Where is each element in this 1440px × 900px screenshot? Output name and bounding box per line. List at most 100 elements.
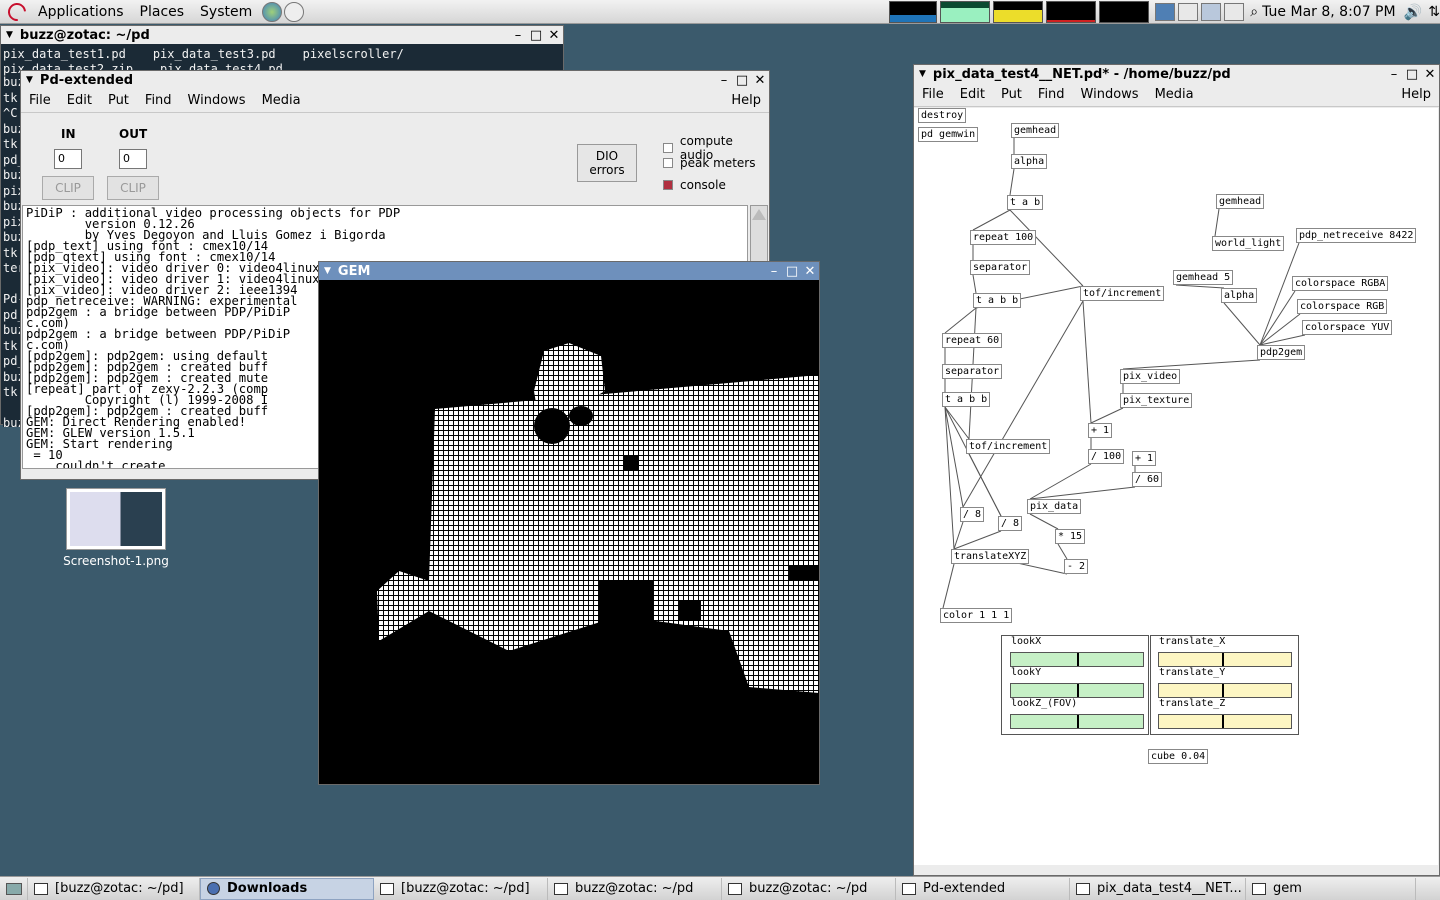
window-menu-icon[interactable]: ▼ [919,69,926,79]
pd-object-box[interactable]: gemhead 5 [1173,270,1234,285]
peak-meters-toggle[interactable]: peak meters [663,156,755,170]
out-clip-button[interactable]: CLIP [107,176,159,200]
taskbar-item[interactable]: Downloads [200,877,374,900]
maximize-icon[interactable]: □ [733,73,751,88]
clock[interactable]: Tue Mar 8, 8:07 PM [1262,4,1395,20]
slider-handle[interactable] [1222,684,1225,697]
pd-object-box[interactable]: / 8 [998,516,1023,531]
close-icon[interactable]: ✕ [801,264,819,279]
maximize-icon[interactable]: □ [527,28,545,43]
hslider[interactable] [1158,714,1292,729]
browser-launcher-icon[interactable] [262,1,283,22]
menu-system[interactable]: System [192,0,260,24]
menu-put[interactable]: Put [100,93,137,108]
pd-object-box[interactable]: colorspace RGBA [1292,276,1389,291]
pd-object-box[interactable]: t a b b [973,293,1022,308]
pd-object-box[interactable]: * 15 [1055,529,1086,544]
pd-object-box[interactable]: separator [942,364,1003,379]
pd-object-box[interactable]: pix_video [1120,369,1181,384]
gem-titlebar[interactable]: ▼ GEM – □ ✕ [319,262,819,280]
pd-object-box[interactable]: pd gemwin [918,127,979,142]
pd-object-box[interactable]: translateXYZ [951,549,1030,564]
pd-object-box[interactable]: - 2 [1064,559,1089,574]
pd-object-box[interactable]: colorspace YUV [1302,320,1393,335]
gem-render-view[interactable] [319,281,819,781]
menu-file[interactable]: File [914,87,952,102]
taskbar-item[interactable]: Pd-extended [896,877,1070,900]
pd-object-box[interactable]: tof/increment [1080,286,1165,301]
patch-canvas[interactable]: lookX lookY lookZ_(FOV) translate_X translat… [914,108,1438,865]
pd-object-box[interactable]: pdp2gem [1257,345,1306,360]
menu-places[interactable]: Places [132,0,193,24]
pd-object-box[interactable]: gemhead [1216,194,1265,209]
pd-object-box[interactable]: repeat 100 [970,230,1037,245]
pd-object-box[interactable]: world_light [1212,236,1285,251]
pd-object-box[interactable]: pix_texture [1120,393,1193,408]
close-icon[interactable]: ✕ [1421,67,1439,82]
pd-object-box[interactable]: tof/increment [966,439,1051,454]
desktop-file-icon[interactable]: Screenshot-1.png [58,488,174,568]
menu-media[interactable]: Media [1147,87,1202,102]
menu-edit[interactable]: Edit [59,93,100,108]
hslider[interactable] [1158,652,1292,667]
menu-media[interactable]: Media [254,93,309,108]
menu-put[interactable]: Put [993,87,1030,102]
menu-windows[interactable]: Windows [180,93,254,108]
debian-logo-icon[interactable] [4,0,30,25]
menu-file[interactable]: File [21,93,59,108]
pd-titlebar[interactable]: ▼ Pd-extended – □ ✕ [21,71,769,89]
minimize-icon[interactable]: – [765,264,783,279]
pd-object-box[interactable]: separator [970,260,1031,275]
pd-object-box[interactable]: alpha [1011,154,1048,169]
close-icon[interactable]: ✕ [545,28,563,43]
workspace-4[interactable] [1224,2,1245,21]
pd-object-box[interactable]: t a b b [942,392,991,407]
slider-handle[interactable] [1077,715,1079,728]
window-menu-icon[interactable]: ▼ [26,75,33,85]
workspace-1[interactable] [1155,2,1176,21]
network-icon[interactable]: ⇅ [1428,4,1440,20]
pd-object-box[interactable]: cube 0.04 [1148,749,1209,764]
slider-handle[interactable] [1077,653,1079,666]
menu-applications[interactable]: Applications [30,0,132,24]
taskbar-item[interactable]: pix_data_test4__NET... [1070,877,1246,900]
pd-object-box[interactable]: + 1 [1088,423,1113,438]
pd-object-box[interactable]: gemhead [1011,123,1060,138]
hslider[interactable] [1010,652,1144,667]
hslider[interactable] [1010,714,1144,729]
maximize-icon[interactable]: □ [1403,67,1421,82]
pd-object-box[interactable]: pix_data [1027,499,1082,514]
terminal-titlebar[interactable]: ▼ buzz@zotac: ~/pd – □ ✕ [1,26,563,44]
window-menu-icon[interactable]: ▼ [6,30,13,40]
show-desktop-icon[interactable] [0,877,28,900]
console-toggle[interactable]: console [663,178,726,192]
taskbar-item[interactable]: buzz@zotac: ~/pd [548,877,722,900]
pd-object-box[interactable]: repeat 60 [942,333,1003,348]
pd-object-box[interactable]: t a b [1007,195,1044,210]
slider-handle[interactable] [1222,653,1225,666]
menu-edit[interactable]: Edit [952,87,993,102]
hslider[interactable] [1158,683,1292,698]
workspace-3[interactable] [1201,2,1222,21]
pd-object-box[interactable]: / 60 [1132,472,1163,487]
gem-window[interactable]: ▼ GEM – □ ✕ [318,261,820,785]
minimize-icon[interactable]: – [715,73,733,88]
pd-object-box[interactable]: / 8 [960,507,985,522]
taskbar-item[interactable]: gem [1246,877,1416,900]
pd-object-box[interactable]: color 1 1 1 [940,608,1013,623]
pd-object-box[interactable]: alpha [1221,288,1258,303]
menu-find[interactable]: Find [137,93,180,108]
menu-find[interactable]: Find [1030,87,1073,102]
pd-object-box[interactable]: colorspace RGB [1297,299,1388,314]
taskbar-item[interactable]: buzz@zotac: ~/pd [722,877,896,900]
minimize-icon[interactable]: – [1385,67,1403,82]
pd-object-box[interactable]: + 1 [1132,451,1157,466]
slider-handle[interactable] [1077,684,1079,697]
hslider[interactable] [1010,683,1144,698]
menu-help[interactable]: Help [1393,87,1439,102]
taskbar-item[interactable]: [buzz@zotac: ~/pd] [374,877,548,900]
volume-icon[interactable]: 🔊 [1404,3,1423,21]
maximize-icon[interactable]: □ [783,264,801,279]
search-icon[interactable]: ⌕ [1250,4,1258,20]
menu-windows[interactable]: Windows [1073,87,1147,102]
